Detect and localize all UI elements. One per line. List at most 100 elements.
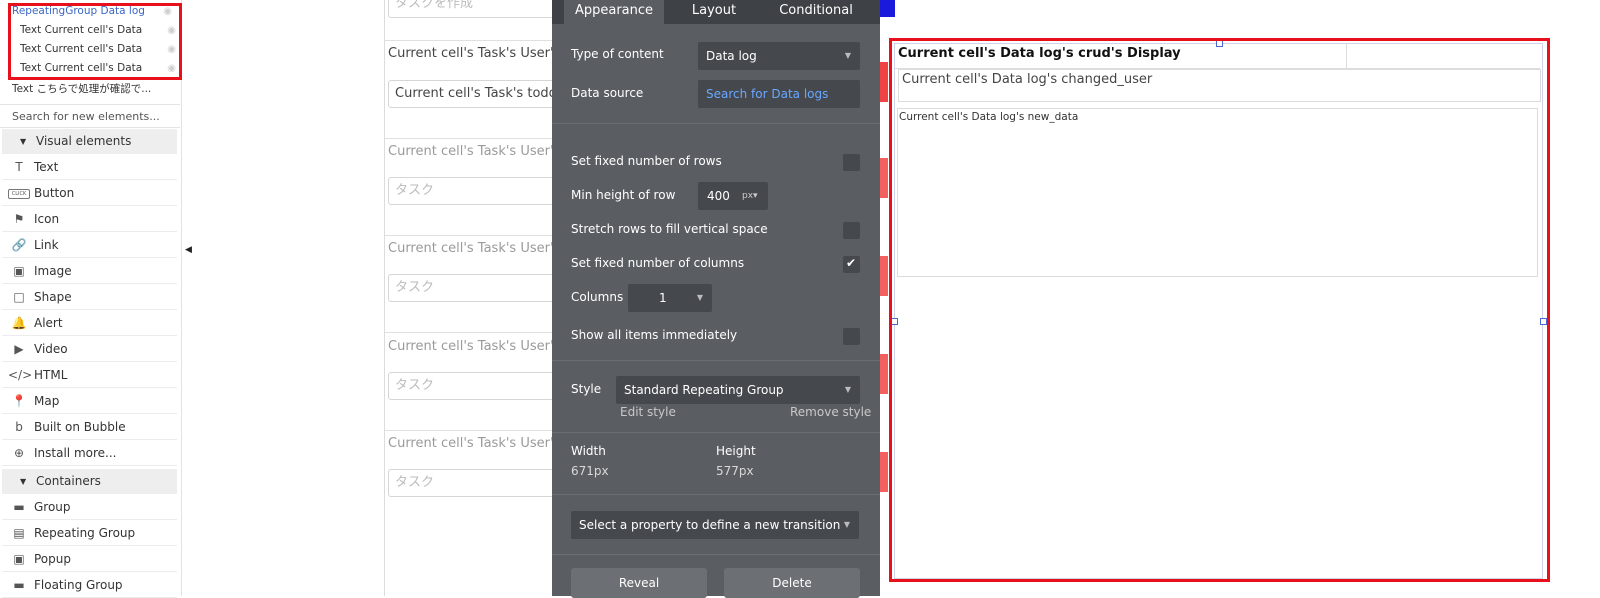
canvas-element-red xyxy=(880,158,888,198)
element-label: Alert xyxy=(34,316,63,330)
element-label: Image xyxy=(34,264,72,278)
flag-icon: ⚑ xyxy=(13,212,25,226)
palette-item-video[interactable]: ▶ Video xyxy=(2,337,177,362)
palette-item-text[interactable]: T Text xyxy=(2,155,177,180)
image-icon: ▣ xyxy=(13,264,25,278)
palette-item-built-on-bubble[interactable]: b Built on Bubble xyxy=(2,415,177,440)
canvas-element-blue xyxy=(880,0,895,17)
element-label: HTML xyxy=(34,368,68,382)
chevron-down-icon: ▼ xyxy=(843,520,850,529)
palette-item-alert[interactable]: 🔔 Alert xyxy=(2,311,177,336)
map-pin-icon: 📍 xyxy=(11,394,27,408)
palette-item-html[interactable]: </> HTML xyxy=(2,363,177,388)
height-value: 577px xyxy=(716,464,754,478)
tree-item-text[interactable]: Text こちらで処理が確認で... xyxy=(12,80,172,99)
chevron-down-icon: ▼ xyxy=(844,385,851,394)
stretch-rows-checkbox[interactable] xyxy=(843,222,860,239)
delete-button[interactable]: Delete xyxy=(724,568,860,598)
type-of-content-dropdown[interactable]: Data log ▼ xyxy=(698,42,860,70)
search-elements-input[interactable]: Search for new elements... xyxy=(0,104,180,128)
style-dropdown[interactable]: Standard Repeating Group ▼ xyxy=(616,376,860,404)
plus-circle-icon: ⊕ xyxy=(13,446,25,460)
edit-style-link[interactable]: Edit style xyxy=(620,405,676,419)
remove-style-link[interactable]: Remove style xyxy=(790,405,871,419)
palette-item-link[interactable]: 🔗 Link xyxy=(2,233,177,258)
min-height-value: 400 xyxy=(707,189,730,203)
selection-highlight xyxy=(8,3,182,80)
category-visual-elements[interactable]: ▼ Visual elements xyxy=(2,129,177,154)
tree-item-label: Text こちらで処理が確認で... xyxy=(12,83,152,95)
tab-conditional[interactable]: Conditional xyxy=(768,0,864,24)
divider xyxy=(385,235,555,236)
triangle-down-icon: ▼ xyxy=(20,137,27,146)
palette-item-shape[interactable]: □ Shape xyxy=(2,285,177,310)
show-all-checkbox[interactable] xyxy=(843,328,860,345)
palette-item-map[interactable]: 📍 Map xyxy=(2,389,177,414)
folder-icon: ▬ xyxy=(13,500,25,514)
columns-dropdown[interactable]: 1 ▼ xyxy=(628,284,712,312)
element-label: Repeating Group xyxy=(34,526,136,540)
category-containers[interactable]: ▼ Containers xyxy=(2,469,177,494)
element-label: Popup xyxy=(34,552,71,566)
palette-item-popup[interactable]: ▣ Popup xyxy=(2,547,177,572)
element-label: Button xyxy=(34,186,75,200)
task-input[interactable]: タスク xyxy=(388,469,554,497)
tab-appearance[interactable]: Appearance xyxy=(564,0,664,24)
element-label: Video xyxy=(34,342,68,356)
reveal-button[interactable]: Reveal xyxy=(571,568,707,598)
data-source-field[interactable]: Search for Data logs xyxy=(698,80,860,108)
html-icon: </> xyxy=(8,368,33,382)
palette-item-button[interactable]: CLICK Button xyxy=(2,181,177,206)
tab-layout[interactable]: Layout xyxy=(676,0,752,24)
element-label: Map xyxy=(34,394,60,408)
height-label: Height xyxy=(716,444,756,458)
task-user-text[interactable]: Current cell's Task's User's xyxy=(388,339,554,354)
task-user-text[interactable]: Current cell's Task's User's xyxy=(388,144,554,159)
palette-item-repeating-group[interactable]: ▤ Repeating Group xyxy=(2,521,177,546)
triangle-down-icon: ▼ xyxy=(20,477,27,486)
element-label: Icon xyxy=(34,212,60,226)
divider xyxy=(552,494,880,495)
task-user-text[interactable]: Current cell's Task's User's xyxy=(388,436,554,451)
selection-highlight xyxy=(889,38,1550,582)
element-label: Group xyxy=(34,500,71,514)
palette-item-install-more[interactable]: ⊕ Install more... xyxy=(2,441,177,466)
style-label: Style xyxy=(571,382,602,396)
px-unit-dropdown[interactable]: px▾ xyxy=(742,182,758,210)
dropdown-value: 1 xyxy=(659,291,667,305)
task-todo-input[interactable]: Current cell's Task's todo xyxy=(388,80,554,108)
category-label: Visual elements xyxy=(36,134,132,148)
task-input[interactable]: タスク xyxy=(388,177,554,205)
element-label: Text xyxy=(34,160,59,174)
columns-label: Columns xyxy=(571,290,624,304)
min-height-input[interactable]: 400 px▾ xyxy=(698,182,768,210)
divider xyxy=(385,332,555,333)
divider xyxy=(552,360,880,361)
popup-icon: ▣ xyxy=(13,552,25,566)
fixed-rows-checkbox[interactable] xyxy=(843,154,860,171)
task-input[interactable]: タスク xyxy=(388,274,554,302)
palette-item-floating-group[interactable]: ▬ Floating Group xyxy=(2,573,177,598)
button-icon: CLICK xyxy=(8,189,30,199)
collapse-sidebar-icon[interactable]: ◀ xyxy=(185,245,192,255)
palette-item-image[interactable]: ▣ Image xyxy=(2,259,177,284)
dropdown-value: Data log xyxy=(706,49,757,63)
create-task-input[interactable]: タスクを作成 xyxy=(388,0,554,18)
divider xyxy=(552,554,880,555)
task-input[interactable]: タスク xyxy=(388,372,554,400)
palette-item-icon[interactable]: ⚑ Icon xyxy=(2,207,177,232)
element-palette-sidebar: RepeatingGroup Data log ◉ Text Current c… xyxy=(0,0,182,598)
divider xyxy=(385,138,555,139)
divider xyxy=(552,432,880,433)
task-user-text[interactable]: Current cell's Task's User's xyxy=(388,241,554,256)
link-icon: 🔗 xyxy=(11,238,27,252)
palette-item-group[interactable]: ▬ Group xyxy=(2,495,177,520)
data-source-label: Data source xyxy=(571,86,644,100)
dropdown-value: Standard Repeating Group xyxy=(624,383,784,397)
editor-tabs: Appearance Layout Conditional xyxy=(552,0,880,24)
task-user-text[interactable]: Current cell's Task's User's xyxy=(388,46,554,61)
divider xyxy=(385,430,555,431)
element-label: Floating Group xyxy=(34,578,123,592)
transition-property-dropdown[interactable]: Select a property to define a new transi… xyxy=(571,511,859,539)
fixed-columns-checkbox[interactable] xyxy=(843,256,860,273)
